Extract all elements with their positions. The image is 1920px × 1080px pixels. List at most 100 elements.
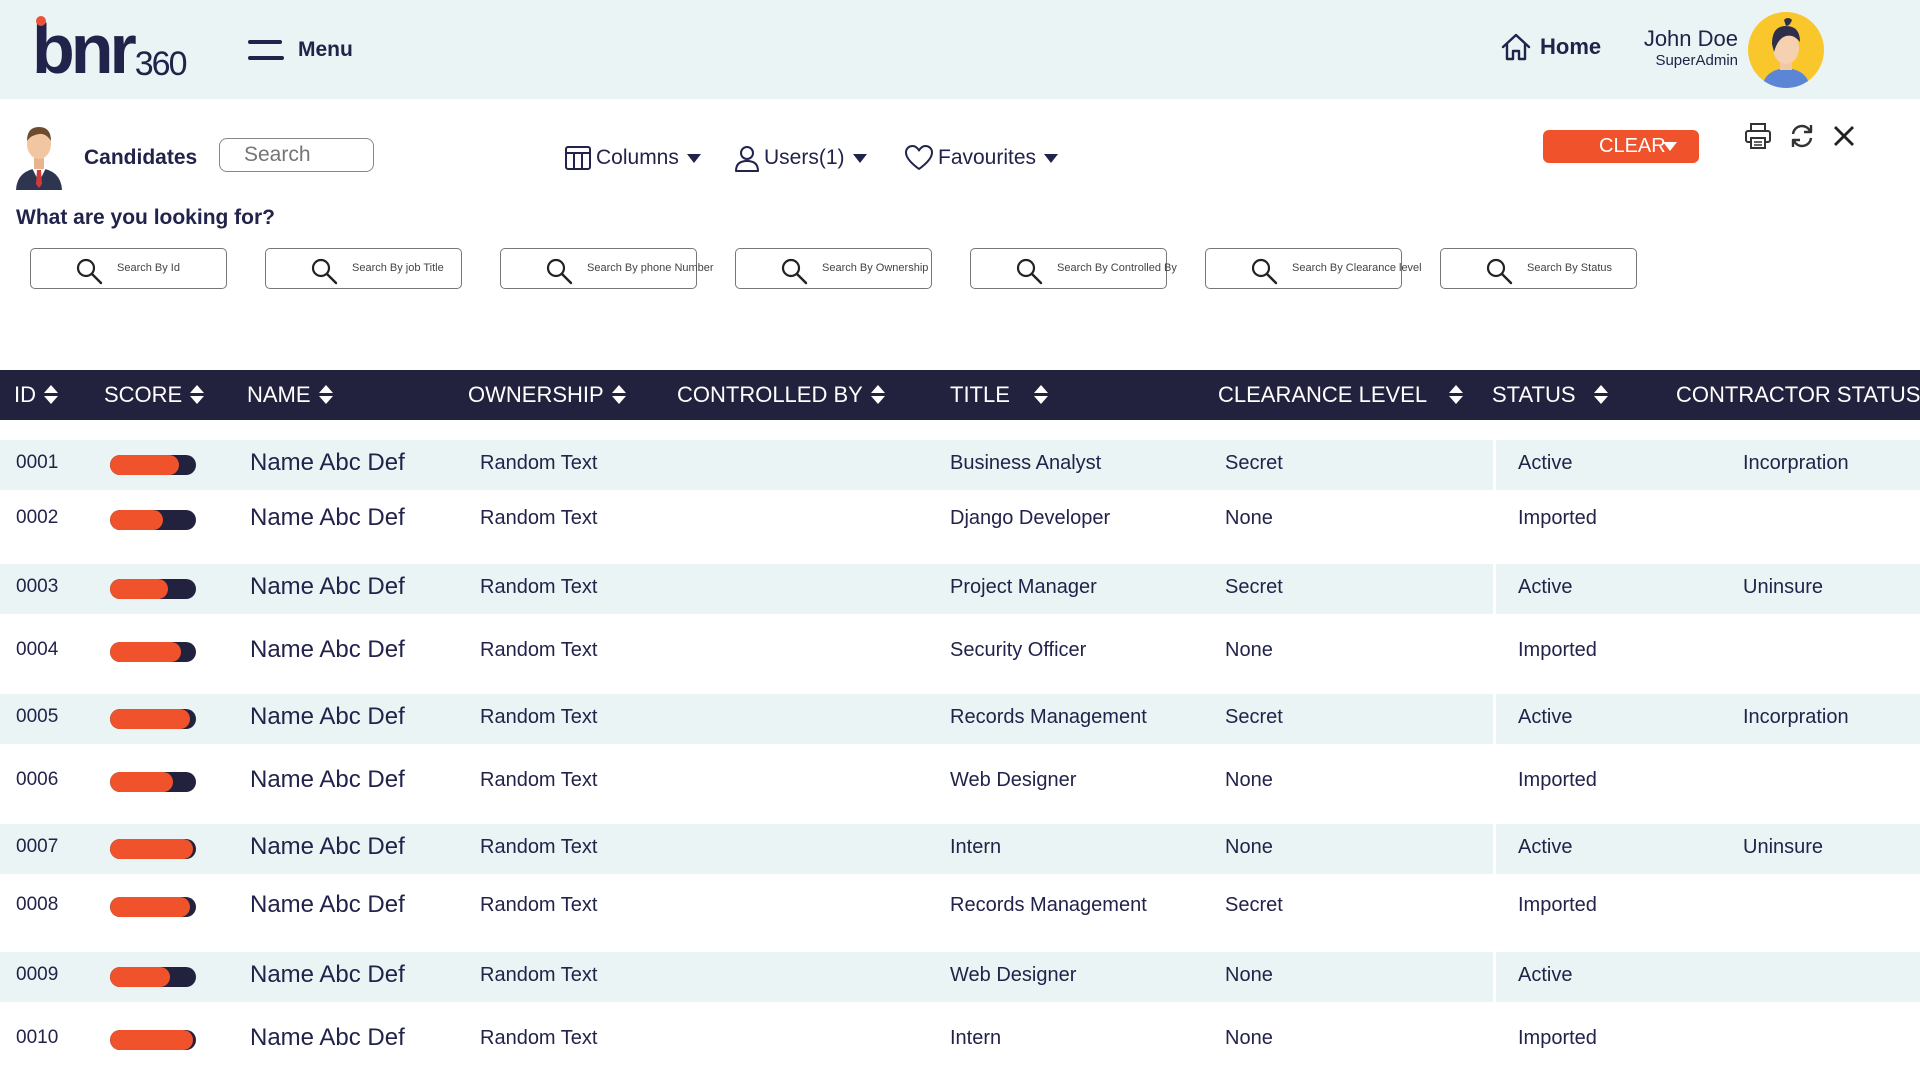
table-row[interactable]: 0010 Name Abc Def Random Text Intern None Imp… (0, 1005, 1920, 1070)
avatar[interactable] (1748, 12, 1824, 88)
cell-ownership: Random Text (480, 894, 598, 916)
cell-name: Name Abc Def (250, 573, 405, 600)
cell-contractor-status: Incorpration (1743, 706, 1849, 728)
cell-id: 0008 (16, 894, 59, 915)
filter-input[interactable]: Search By job Title (265, 248, 462, 289)
cell-status: Active (1518, 576, 1573, 598)
cell-title: Django Developer (950, 507, 1111, 529)
filter-input[interactable]: Search By Ownership (735, 248, 932, 289)
cell-id: 0006 (16, 769, 59, 790)
score-bar (110, 642, 196, 662)
filter-input[interactable]: Search By Clearance level (1205, 248, 1422, 289)
column-header-controlled-by[interactable]: CONTROLLED BY (677, 382, 885, 408)
print-icon[interactable] (1744, 122, 1772, 150)
filter-input[interactable]: Search By Id (30, 248, 227, 289)
row-divider (1493, 952, 1496, 1002)
table-row[interactable]: 0004 Name Abc Def Random Text Security Offi… (0, 617, 1920, 682)
cell-contractor-status: Incorpration (1743, 452, 1849, 474)
table-row[interactable]: 0002 Name Abc Def Random Text Django Develo… (0, 485, 1920, 550)
chevron-down-icon (852, 153, 867, 163)
cell-id: 0002 (16, 507, 59, 528)
chevron-down-icon (686, 153, 701, 163)
column-label: CONTRACTOR STATUS (1676, 382, 1920, 407)
score-bar (110, 1030, 196, 1050)
column-header-title[interactable]: TITLE (950, 382, 1048, 408)
cell-id: 0005 (16, 706, 59, 727)
logo-dot (36, 16, 46, 26)
cell-title: Web Designer (950, 964, 1077, 986)
search-icon (781, 258, 808, 285)
sort-icon (44, 384, 58, 406)
table-row[interactable]: 0009 Name Abc Def Random Text Web Designer N… (0, 952, 1920, 1002)
clear-button[interactable]: CLEAR (1543, 130, 1699, 163)
table-row[interactable]: 0006 Name Abc Def Random Text Web Designer N… (0, 747, 1920, 812)
score-bar (110, 579, 196, 599)
cell-id: 0004 (16, 639, 59, 660)
score-bar-fill (110, 642, 181, 662)
users-dropdown[interactable]: Users(1) (734, 144, 867, 172)
column-label: STATUS (1492, 382, 1576, 407)
column-header-status[interactable]: STATUS (1492, 382, 1608, 408)
filter-placeholder: Search By phone Number (587, 262, 714, 274)
refresh-icon[interactable] (1788, 122, 1816, 150)
column-header-ownership[interactable]: OWNERSHIP (468, 382, 626, 408)
home-button[interactable]: Home (1500, 32, 1601, 62)
column-header-id[interactable]: ID (14, 382, 58, 408)
column-header-name[interactable]: NAME (247, 382, 333, 408)
cell-title: Project Manager (950, 576, 1097, 598)
score-bar (110, 839, 196, 859)
cell-name: Name Abc Def (250, 1024, 405, 1051)
logo[interactable]: bnr 360 (32, 14, 187, 84)
cell-status: Active (1518, 964, 1573, 986)
sort-icon (190, 384, 205, 406)
filter-input[interactable]: Search By Status (1440, 248, 1637, 289)
close-icon[interactable] (1830, 122, 1858, 150)
cell-clearance-level: Secret (1225, 452, 1283, 474)
cell-clearance-level: None (1225, 769, 1273, 791)
table-row[interactable]: 0007 Name Abc Def Random Text Intern None Act… (0, 824, 1920, 874)
cell-title: Intern (950, 836, 1002, 858)
score-bar-fill (110, 839, 193, 859)
menu-button[interactable]: Menu (248, 38, 353, 62)
users-label: Users(1) (764, 146, 845, 169)
table-row[interactable]: 0005 Name Abc Def Random Text Records Manag… (0, 694, 1920, 744)
column-label: NAME (247, 382, 311, 407)
filter-input[interactable]: Search By Controlled By (970, 248, 1177, 289)
cell-id: 0009 (16, 964, 59, 985)
cell-contractor-status: Uninsure (1743, 836, 1824, 858)
table-row[interactable]: 0003 Name Abc Def Random Text Project Manag… (0, 564, 1920, 614)
cell-id: 0001 (16, 452, 59, 473)
heart-icon (905, 145, 933, 170)
score-bar-fill (110, 579, 168, 599)
column-label: CLEARANCE LEVEL (1218, 382, 1428, 407)
user-info[interactable]: John Doe SuperAdmin (1630, 26, 1738, 70)
table-row[interactable]: 0001 Name Abc Def Random Text Business Anal… (0, 440, 1920, 490)
column-header-contractor-status[interactable]: CONTRACTOR STATUS (1676, 382, 1920, 408)
row-divider (1493, 564, 1496, 614)
search-icon (1016, 258, 1043, 285)
cell-clearance-level: Secret (1225, 576, 1283, 598)
clear-label: CLEAR (1599, 135, 1666, 157)
favourites-label: Favourites (938, 146, 1037, 169)
table-row[interactable]: 0008 Name Abc Def Random Text Records Manag… (0, 872, 1920, 937)
favourites-dropdown[interactable]: Favourites (904, 144, 1059, 172)
cell-title: Security Officer (950, 639, 1087, 661)
search-icon (546, 258, 573, 285)
filter-input[interactable]: Search By phone Number (500, 248, 714, 289)
cell-title: Web Designer (950, 769, 1077, 791)
column-header-clearance-level[interactable]: CLEARANCE LEVEL (1218, 382, 1464, 408)
columns-dropdown[interactable]: Columns (564, 144, 701, 172)
cell-clearance-level: None (1225, 964, 1273, 986)
cell-ownership: Random Text (480, 964, 598, 986)
user-icon (735, 146, 759, 172)
candidate-search-input[interactable] (219, 138, 374, 172)
column-header-score[interactable]: SCORE (104, 382, 205, 408)
column-label: SCORE (104, 382, 183, 407)
sort-icon (318, 384, 333, 406)
sort-icon (1449, 384, 1464, 406)
cell-clearance-level: None (1225, 1027, 1273, 1049)
filters-heading: What are you looking for? (16, 206, 276, 229)
column-label: OWNERSHIP (468, 382, 604, 407)
chevron-down-icon (1044, 153, 1059, 163)
cell-ownership: Random Text (480, 639, 598, 661)
